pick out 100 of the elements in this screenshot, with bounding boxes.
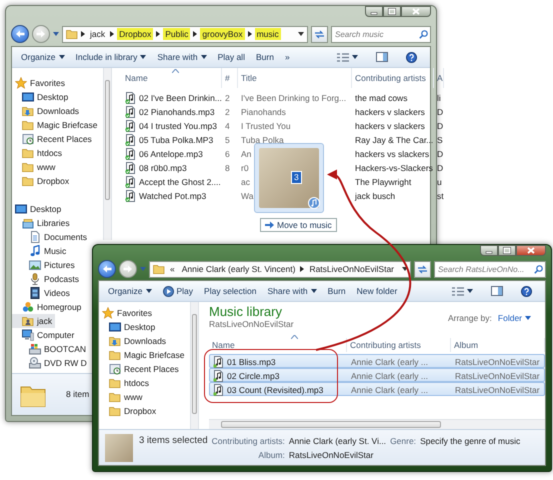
breadcrumb-item[interactable]: RatsLiveOnNoEvilStar: [307, 262, 396, 276]
column-header[interactable]: Contributing artists: [350, 340, 421, 350]
track-number: 5: [225, 134, 230, 146]
refresh-button[interactable]: [311, 26, 328, 42]
column-header[interactable]: #: [225, 72, 230, 84]
caret-icon[interactable]: [53, 32, 59, 36]
artist-name: hackers vs slackers: [355, 148, 430, 160]
song-title: ac: [241, 176, 250, 188]
detail-value[interactable]: RatsLiveOnNoEvilStar: [288, 450, 386, 460]
column-header[interactable]: Title: [241, 72, 257, 84]
minimize-button[interactable]: [480, 245, 498, 256]
back-button[interactable]: [98, 260, 116, 278]
chevron-icon: [110, 31, 114, 37]
music-file-icon: [213, 356, 224, 368]
column-header[interactable]: Name: [212, 340, 235, 350]
back-button[interactable]: [11, 25, 29, 43]
maximize-button[interactable]: [383, 6, 401, 17]
minimize-button[interactable]: [365, 6, 383, 17]
document-icon: [29, 231, 41, 243]
arrow-right-icon: [265, 221, 274, 230]
artist-name: hackers v slackers: [355, 120, 425, 132]
table-cell: D: [437, 162, 444, 174]
sidebar-item[interactable]: Favorites: [12, 76, 68, 90]
sidebar-item[interactable]: Desktop: [99, 320, 158, 334]
toolbar-button[interactable]: Organize: [103, 284, 156, 298]
sidebar-item[interactable]: Downloads: [99, 334, 170, 348]
toolbar-button[interactable]: Burn: [322, 284, 351, 298]
selection-summary: 3 items selected: [139, 435, 208, 447]
sidebar-item[interactable]: Podcasts: [12, 272, 82, 286]
sidebar-item[interactable]: Dropbox: [99, 404, 160, 418]
toolbar-button[interactable]: New folder: [352, 284, 402, 298]
scrollbar[interactable]: [209, 419, 545, 429]
column-header[interactable]: Name: [125, 72, 148, 84]
address-bar[interactable]: jack Dropbox Public groovyBox music: [62, 26, 308, 42]
sidebar-item[interactable]: DVD RW D: [12, 356, 90, 370]
file-row[interactable]: 02 Circle.mp3 Annie Clark (early ... RatsLiveOnNoEvilStar: [209, 368, 545, 382]
search-field[interactable]: Search RatsLiveOnNo...: [434, 260, 546, 278]
sidebar-item[interactable]: Magic Briefcase: [99, 348, 188, 362]
column-header[interactable]: Album: [454, 340, 478, 350]
toolbar-button[interactable]: Share with: [262, 284, 322, 298]
detail-label: Album:: [257, 450, 285, 460]
detail-value[interactable]: Specify the genre of music: [420, 436, 520, 446]
toolbar-button[interactable]: »: [280, 50, 295, 64]
maximize-button[interactable]: [498, 245, 516, 256]
sidebar-item[interactable]: htdocs: [99, 376, 152, 390]
sidebar-item[interactable]: Libraries: [12, 216, 73, 230]
toolbar-button[interactable]: Organize: [16, 50, 70, 64]
sidebar-item[interactable]: Favorites: [99, 306, 155, 320]
scrollbar[interactable]: [103, 68, 112, 240]
sidebar-item[interactable]: Computer: [12, 328, 78, 342]
sidebar-item[interactable]: Recent Places: [12, 132, 95, 146]
breadcrumb-item[interactable]: jack: [88, 28, 108, 40]
sidebar-item[interactable]: Homegroup: [12, 300, 84, 314]
music-file-icon: [213, 384, 224, 396]
address-bar[interactable]: « Annie Clark (early St. Vincent) RatsLiveOnNoEvilStar: [149, 260, 411, 278]
toolbar-button[interactable]: Play all: [212, 50, 250, 64]
toolbar-button[interactable]: Play selection: [199, 284, 262, 298]
breadcrumb-item[interactable]: groovyBox: [200, 28, 245, 40]
breadcrumb-item[interactable]: Dropbox: [117, 28, 154, 40]
sidebar-item[interactable]: www: [12, 160, 58, 174]
scrollbar[interactable]: [190, 302, 199, 429]
sidebar-item[interactable]: BOOTCAN: [12, 342, 90, 356]
artist-name: the mad cows: [355, 92, 408, 104]
column-header[interactable]: Contributing artists: [355, 72, 426, 84]
breadcrumb-item[interactable]: music: [254, 28, 281, 40]
close-button[interactable]: [401, 6, 431, 17]
sidebar-item[interactable]: Desktop: [12, 202, 64, 216]
sidebar-item[interactable]: www: [99, 390, 146, 404]
sidebar-item[interactable]: htdocs: [12, 146, 66, 160]
toolbar-button[interactable]: Share with: [152, 50, 212, 64]
toolbar-button[interactable]: Include in library: [70, 50, 152, 64]
item-count-badge: 3: [291, 171, 302, 184]
sidebar-item[interactable]: Recent Places: [99, 362, 182, 376]
overflow-chevron[interactable]: «: [168, 262, 177, 276]
close-button[interactable]: [516, 245, 546, 256]
sidebar-item[interactable]: Documents: [12, 230, 90, 244]
toolbar-button[interactable]: Burn: [250, 50, 279, 64]
folder-icon: [153, 263, 165, 275]
column-header[interactable]: A: [437, 72, 443, 84]
sidebar-item[interactable]: Desktop: [12, 90, 72, 104]
sidebar-item[interactable]: Downloads: [12, 104, 82, 118]
search-field[interactable]: Search music: [331, 26, 431, 42]
sidebar-item[interactable]: jack: [12, 314, 56, 328]
library-subtitle: RatsLiveOnNoEvilStar: [209, 319, 294, 330]
breadcrumb-item[interactable]: Annie Clark (early St. Vincent): [180, 262, 298, 276]
file-row[interactable]: 03 Count (Revisited).mp3 Annie Clark (early ... RatsLiveOnNoEvilStar: [209, 382, 545, 396]
file-row[interactable]: 01 Bliss.mp3 Annie Clark (early ... RatsLiveOnNoEvilStar: [209, 354, 545, 368]
song-title: An: [241, 148, 252, 160]
breadcrumb-item[interactable]: Public: [163, 28, 190, 40]
sidebar-item[interactable]: Music: [12, 244, 70, 258]
sidebar-item[interactable]: Dropbox: [12, 174, 72, 188]
arrange-dropdown[interactable]: Folder: [498, 313, 531, 324]
sidebar-item[interactable]: Videos: [12, 286, 73, 300]
sidebar-item[interactable]: Magic Briefcase: [12, 118, 100, 132]
refresh-button[interactable]: [414, 260, 431, 278]
detail-value[interactable]: Annie Clark (early St. Vi...: [288, 436, 386, 446]
forward-button[interactable]: [119, 260, 137, 278]
toolbar-button[interactable]: Play: [158, 284, 198, 298]
sidebar-item[interactable]: Pictures: [12, 258, 78, 272]
chevron-icon: [300, 266, 304, 272]
